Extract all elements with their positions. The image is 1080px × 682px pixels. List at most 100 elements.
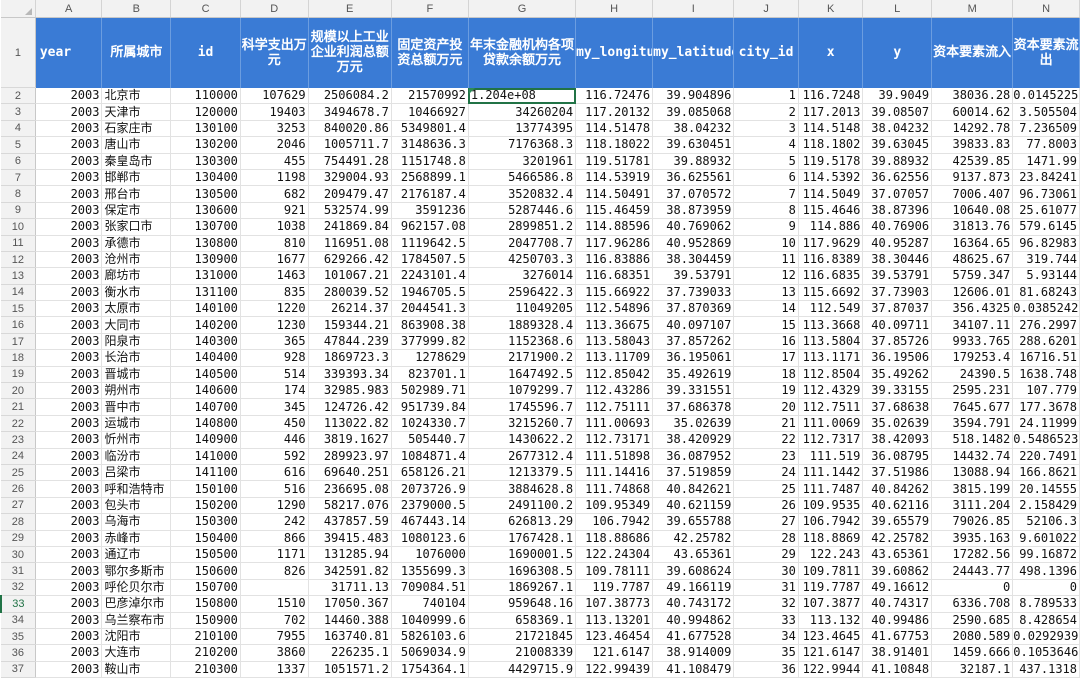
table-cell[interactable]: 0	[931, 579, 1014, 597]
row-number[interactable]: 30	[1, 546, 36, 564]
table-cell[interactable]: 96.82983	[1012, 235, 1080, 252]
table-cell[interactable]: 1647492.5	[468, 366, 577, 384]
table-cell[interactable]: 1084871.4	[391, 448, 469, 465]
table-cell[interactable]: 36.195061	[652, 349, 735, 367]
column-header-n[interactable]: N	[1012, 0, 1080, 18]
table-cell[interactable]: 5826103.6	[391, 628, 469, 646]
row-number[interactable]: 35	[1, 628, 36, 646]
header-cell[interactable]: id	[170, 17, 241, 88]
table-cell[interactable]: 2596422.3	[468, 284, 577, 302]
table-cell[interactable]: 2.158429	[1012, 497, 1080, 515]
table-cell[interactable]: 39.085068	[652, 103, 735, 121]
table-cell[interactable]: 37.73903	[862, 284, 933, 302]
table-cell[interactable]: 42539.85	[931, 153, 1014, 170]
row-number[interactable]: 28	[1, 513, 36, 531]
table-cell[interactable]: 24	[733, 464, 799, 482]
table-cell[interactable]: 36	[733, 661, 799, 679]
table-cell[interactable]: 5287446.6	[468, 202, 577, 220]
table-cell[interactable]: 37.85726	[862, 333, 933, 351]
table-cell[interactable]: 107.779	[1012, 382, 1080, 400]
table-cell[interactable]: 35.49262	[862, 366, 933, 384]
table-cell[interactable]: 2003	[35, 431, 103, 449]
table-cell[interactable]: 2003	[35, 415, 103, 433]
table-cell[interactable]: 12606.01	[931, 284, 1014, 302]
table-cell[interactable]: 1510	[240, 595, 309, 613]
table-cell[interactable]: 沈阳市	[101, 628, 172, 646]
table-cell[interactable]: 11	[733, 251, 799, 269]
table-cell[interactable]: 2899851.2	[468, 218, 577, 236]
table-cell[interactable]: 21570992	[391, 87, 469, 105]
table-cell[interactable]: 天津市	[101, 103, 172, 121]
table-cell[interactable]: 39.60862	[862, 562, 933, 580]
row-number[interactable]: 11	[1, 235, 36, 252]
table-cell[interactable]: 23.84241	[1012, 169, 1080, 187]
table-cell[interactable]: 39415.483	[308, 530, 392, 547]
table-cell[interactable]: 5	[733, 153, 799, 170]
table-cell[interactable]: 2003	[35, 333, 103, 351]
header-cell[interactable]: year	[35, 17, 103, 88]
table-cell[interactable]: 承德市	[101, 235, 172, 252]
table-cell[interactable]: 2243101.4	[391, 267, 469, 285]
table-cell[interactable]: 2003	[35, 546, 103, 564]
table-cell[interactable]: 1198	[240, 169, 309, 187]
table-cell[interactable]: 11049205	[468, 300, 577, 318]
table-cell[interactable]: 2003	[35, 562, 103, 580]
table-cell[interactable]: 112.7317	[798, 431, 864, 449]
table-cell[interactable]: 921	[240, 202, 309, 220]
header-cell[interactable]: my_longitude	[575, 17, 654, 88]
table-cell[interactable]: 3215260.7	[468, 415, 577, 433]
table-cell[interactable]: 4	[733, 136, 799, 154]
table-cell[interactable]: 乌兰察布市	[101, 612, 172, 629]
table-cell[interactable]: 159344.21	[308, 316, 392, 334]
table-cell[interactable]: 140500	[170, 366, 241, 384]
table-cell[interactable]: 9.601022	[1012, 530, 1080, 547]
table-cell[interactable]: 2003	[35, 235, 103, 252]
table-cell[interactable]: 1076000	[391, 546, 469, 564]
table-cell[interactable]: 2491100.2	[468, 497, 577, 515]
table-cell[interactable]: 40.74317	[862, 595, 933, 613]
table-cell[interactable]: 乌海市	[101, 513, 172, 531]
table-cell[interactable]: 32	[733, 595, 799, 613]
table-cell[interactable]: 112.4329	[798, 382, 864, 400]
table-cell[interactable]: 2595.231	[931, 382, 1014, 400]
table-cell[interactable]: 99.16872	[1012, 546, 1080, 564]
table-cell[interactable]: 119.7787	[575, 579, 654, 597]
row-number[interactable]: 1	[1, 17, 36, 88]
table-cell[interactable]: 0.0385242	[1012, 300, 1080, 318]
table-cell[interactable]: 114.886	[798, 218, 864, 236]
table-cell[interactable]: 38.420929	[652, 431, 735, 449]
table-cell[interactable]: 112.73171	[575, 431, 654, 449]
table-cell[interactable]: 38.87396	[862, 202, 933, 220]
table-cell[interactable]: 2044541.3	[391, 300, 469, 318]
table-cell[interactable]: 39.88932	[862, 153, 933, 170]
header-cell[interactable]: 年末金融机构各项贷款余额万元	[468, 17, 577, 88]
table-cell[interactable]: 33	[733, 612, 799, 629]
table-cell[interactable]: 114.88596	[575, 218, 654, 236]
table-cell[interactable]: 951739.84	[391, 398, 469, 416]
table-cell[interactable]: 81.68243	[1012, 284, 1080, 302]
table-cell[interactable]: 40.097107	[652, 316, 735, 334]
table-cell[interactable]: 288.6201	[1012, 333, 1080, 351]
table-cell[interactable]: 114.50491	[575, 185, 654, 203]
table-cell[interactable]: 2568899.1	[391, 169, 469, 187]
table-cell[interactable]: 118.18022	[575, 136, 654, 154]
table-cell[interactable]: 2003	[35, 382, 103, 400]
row-number[interactable]: 6	[1, 153, 36, 170]
table-cell[interactable]: 1638.748	[1012, 366, 1080, 384]
table-cell[interactable]: 5.93144	[1012, 267, 1080, 285]
table-cell[interactable]: 2003	[35, 169, 103, 187]
table-cell[interactable]: 39.630451	[652, 136, 735, 154]
table-cell[interactable]: 141100	[170, 464, 241, 482]
table-cell[interactable]: 319.744	[1012, 251, 1080, 269]
row-number[interactable]: 20	[1, 382, 36, 400]
table-cell[interactable]: 113.3668	[798, 316, 864, 334]
table-cell[interactable]: 34107.11	[931, 316, 1014, 334]
table-cell[interactable]: 2176187.4	[391, 185, 469, 203]
table-cell[interactable]: 111.0069	[798, 415, 864, 433]
table-cell[interactable]: 514	[240, 366, 309, 384]
table-cell[interactable]: 38.04232	[862, 120, 933, 138]
table-cell[interactable]: 117.20132	[575, 103, 654, 121]
table-cell[interactable]: 532574.99	[308, 202, 392, 220]
table-cell[interactable]: 123.46454	[575, 628, 654, 646]
row-number[interactable]: 13	[1, 267, 36, 285]
